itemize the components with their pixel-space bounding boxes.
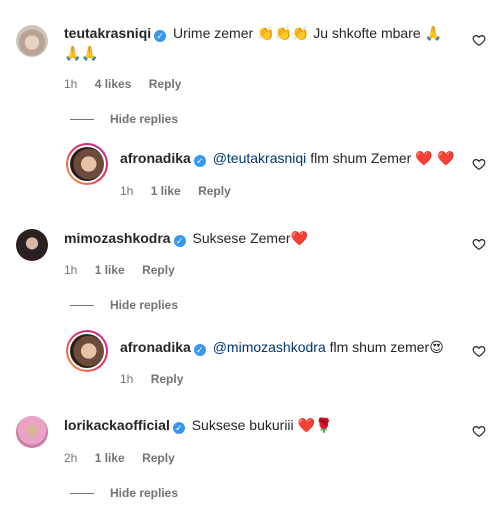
hide-replies-label: Hide replies	[110, 486, 179, 500]
heart-rose-emoji: ❤️🌹	[297, 418, 333, 434]
heart-outline-icon[interactable]	[472, 237, 486, 251]
username[interactable]: afronadika	[120, 150, 191, 166]
heart-outline-icon[interactable]	[472, 33, 486, 47]
hide-replies-label: Hide replies	[110, 112, 179, 126]
comment-text: mimozashkodra ✓ Suksese Zemer❤️	[64, 229, 308, 248]
verified-badge-icon: ✓	[193, 155, 206, 167]
heart-eyes-emoji: 😍	[429, 340, 444, 356]
hide-replies-button[interactable]: Hide replies	[70, 485, 178, 501]
reply-button[interactable]: Reply	[151, 372, 184, 386]
reply-button[interactable]: Reply	[142, 451, 175, 465]
avatar[interactable]	[16, 25, 48, 57]
comment-body: Suksese Zemer	[192, 230, 291, 246]
comment-body: Suksese bukuriii	[191, 417, 294, 433]
reply-button[interactable]: Reply	[198, 184, 231, 198]
pray-emoji: 🙏	[424, 26, 442, 42]
timestamp[interactable]: 1h	[64, 77, 77, 91]
heart-outline-icon[interactable]	[472, 424, 486, 438]
avatar[interactable]	[16, 229, 48, 261]
timestamp[interactable]: 2h	[64, 451, 77, 465]
heart-outline-icon[interactable]	[472, 344, 486, 358]
comment-meta: 1h 1 like Reply	[64, 262, 189, 278]
pray-emoji: 🙏🙏	[64, 46, 99, 62]
avatar[interactable]	[66, 143, 108, 185]
comment-text: afronadika ✓ @teutakrasniqi flm shum Zeme…	[120, 149, 455, 168]
heart-emoji: ❤️ ❤️	[415, 151, 455, 167]
comment-meta: 1h 4 likes Reply	[64, 76, 195, 92]
hide-replies-label: Hide replies	[110, 298, 179, 312]
reply-button[interactable]: Reply	[142, 263, 175, 277]
hide-replies-button[interactable]: Hide replies	[70, 111, 178, 127]
likes-count[interactable]: 1 like	[95, 263, 125, 277]
verified-badge-icon: ✓	[172, 422, 185, 434]
verified-badge-icon: ✓	[154, 30, 167, 42]
divider	[70, 119, 94, 121]
reply-button[interactable]: Reply	[149, 77, 182, 91]
verified-badge-icon: ✓	[193, 344, 206, 356]
timestamp[interactable]: 1h	[120, 184, 133, 198]
username[interactable]: mimozashkodra	[64, 230, 171, 246]
comment-meta: 2h 1 like Reply	[64, 450, 189, 466]
comment-meta: 1h Reply	[120, 371, 197, 387]
hide-replies-button[interactable]: Hide replies	[70, 297, 178, 313]
comment-text: lorikackaofficial ✓ Suksese bukuriii ❤️🌹	[64, 416, 332, 435]
comment-text: teutakrasniqi ✓ Urime zemer 👏👏👏 Ju shkoft…	[64, 24, 442, 43]
divider	[70, 493, 94, 495]
comment-body: flm shum Zemer	[310, 150, 412, 166]
timestamp[interactable]: 1h	[64, 263, 77, 277]
mention-link[interactable]: @mimozashkodra	[213, 339, 326, 355]
comment-body: flm shum zemer	[329, 339, 430, 355]
username[interactable]: afronadika	[120, 339, 191, 355]
heart-emoji: ❤️	[290, 231, 308, 247]
timestamp[interactable]: 1h	[120, 372, 133, 386]
likes-count[interactable]: 1 like	[95, 451, 125, 465]
comment-body: Urime zemer	[173, 25, 254, 41]
avatar[interactable]	[16, 416, 48, 448]
comment-text-line2: 🙏🙏	[64, 44, 99, 63]
heart-outline-icon[interactable]	[472, 157, 486, 171]
comment-meta: 1h 1 like Reply	[120, 183, 245, 199]
username[interactable]: teutakrasniqi	[64, 25, 151, 41]
divider	[70, 305, 94, 307]
username[interactable]: lorikackaofficial	[64, 417, 170, 433]
avatar[interactable]	[66, 330, 108, 372]
mention-link[interactable]: @teutakrasniqi	[213, 150, 307, 166]
likes-count[interactable]: 1 like	[151, 184, 181, 198]
comment-body-2: Ju shkofte mbare	[313, 25, 421, 41]
likes-count[interactable]: 4 likes	[95, 77, 132, 91]
comment-text: afronadika ✓ @mimozashkodra flm shum zeme…	[120, 338, 444, 357]
clap-emoji: 👏👏👏	[257, 26, 310, 42]
verified-badge-icon: ✓	[173, 235, 186, 247]
